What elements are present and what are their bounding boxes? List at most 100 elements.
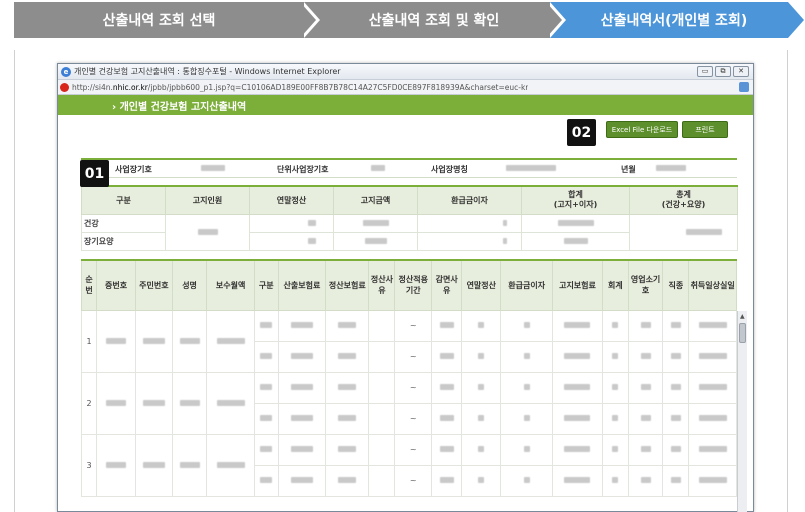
redacted-value — [338, 384, 357, 390]
vertical-scrollbar[interactable]: ▲ — [737, 311, 747, 512]
step-arrow-3 — [788, 2, 804, 38]
redacted-value — [564, 415, 591, 421]
summary-header: 고지금액 — [333, 185, 418, 215]
redacted-value — [564, 384, 591, 390]
unit-bizno-value — [371, 164, 385, 173]
step-3-active: 산출내역서(개인별 조회) — [550, 2, 788, 38]
redacted-value — [523, 415, 530, 421]
redacted-cell — [253, 464, 279, 497]
period-cell: ~ — [394, 402, 433, 435]
redacted-cell — [171, 371, 208, 435]
step-arrow-2 — [546, 2, 562, 38]
redacted-value — [612, 477, 619, 483]
redacted-cell — [461, 371, 502, 404]
unit-bizno-label: 단위사업장기호 — [277, 165, 329, 174]
redacted-cell — [601, 433, 629, 466]
redacted-value — [612, 446, 619, 452]
redacted-cell — [688, 464, 737, 497]
step-arrow-1 — [300, 2, 316, 38]
redacted-cell — [601, 340, 629, 373]
detail-header: 산출보험료 — [277, 259, 327, 311]
row-number: 1 — [80, 309, 98, 373]
redacted-value — [564, 353, 591, 359]
row-number: 2 — [80, 371, 98, 435]
detail-header: 직종 — [662, 259, 690, 311]
step-1-label: 산출내역 조회 선택 — [102, 13, 216, 29]
redacted-value — [338, 446, 357, 452]
redacted-cell — [368, 402, 396, 435]
redacted-value — [612, 322, 619, 328]
redacted-cell — [253, 402, 279, 435]
redacted-value — [179, 461, 200, 468]
redacted-cell — [431, 371, 463, 404]
redacted-cell — [253, 309, 279, 342]
redacted-cell — [627, 402, 664, 435]
redacted-cell — [325, 433, 370, 466]
detail-header: 취득일상실일 — [688, 259, 737, 311]
summary-header: 환급금이자 — [417, 185, 522, 215]
summary-row-health: 건강 — [81, 213, 738, 251]
month-value — [656, 164, 686, 173]
redacted-cell — [253, 371, 279, 404]
redacted-cell — [688, 340, 737, 373]
period-cell: ~ — [394, 309, 433, 342]
redacted-cell — [368, 464, 396, 497]
scroll-thumb[interactable] — [739, 323, 746, 343]
redacted-value — [478, 353, 485, 359]
redacted-value — [439, 477, 454, 483]
step-2: 산출내역 조회 및 확인 — [304, 2, 550, 38]
redacted-cell — [552, 464, 603, 497]
redacted-cell — [552, 309, 603, 342]
detail-header: 주민번호 — [135, 259, 173, 311]
redacted-value — [523, 353, 530, 359]
detail-header: 순번 — [80, 259, 98, 311]
detail-table: 순번 증번호 주민번호 성명 보수월액 구분 산출보험료 정산보험료 정산사유 … — [80, 259, 737, 497]
redacted-value — [698, 353, 727, 359]
redacted-value — [640, 353, 651, 359]
redacted-value — [670, 415, 681, 421]
redacted-value — [290, 353, 313, 359]
redacted-cell — [627, 340, 664, 373]
redacted-cell — [552, 340, 603, 373]
redacted-cell — [368, 433, 396, 466]
redacted-cell — [277, 402, 327, 435]
period-cell: ~ — [394, 371, 433, 404]
redacted-value — [260, 415, 273, 421]
step-1: 산출내역 조회 선택 — [14, 2, 304, 38]
table-row: 1 ~ — [80, 309, 737, 373]
redacted-cell — [325, 464, 370, 497]
period-cell: ~ — [394, 433, 433, 466]
redacted-cell — [688, 309, 737, 342]
redacted-cell — [552, 371, 603, 404]
redacted-value — [290, 477, 313, 483]
redacted-cell — [96, 309, 137, 373]
redacted-cell — [461, 464, 502, 497]
summary-header: 연말정산 — [249, 185, 334, 215]
redacted-value — [216, 461, 245, 468]
redacted-cell — [500, 433, 554, 466]
redacted-value — [142, 461, 165, 468]
redacted-cell — [662, 340, 690, 373]
redacted-value — [439, 415, 454, 421]
biz-name-value — [506, 164, 556, 173]
redacted-value — [698, 384, 727, 390]
detail-header-row: 순번 증번호 주민번호 성명 보수월액 구분 산출보험료 정산보험료 정산사유 … — [80, 259, 737, 311]
redacted-cell — [601, 309, 629, 342]
redacted-cell — [627, 464, 664, 497]
redacted-value — [290, 322, 313, 328]
redacted-cell — [627, 309, 664, 342]
detail-header: 구분 — [253, 259, 279, 311]
redacted-cell — [277, 464, 327, 497]
scroll-up-arrow-icon[interactable]: ▲ — [740, 313, 745, 320]
table-row: 3 ~ — [80, 433, 737, 497]
redacted-value — [439, 353, 454, 359]
redacted-cell — [253, 433, 279, 466]
redacted-value — [260, 353, 273, 359]
redacted-cell — [325, 371, 370, 404]
redacted-cell — [431, 340, 463, 373]
summary-row-label: 건강 — [81, 213, 166, 233]
redacted-value — [439, 384, 454, 390]
redacted-cell — [368, 309, 396, 342]
redacted-value — [523, 322, 530, 328]
redacted-value — [523, 384, 530, 390]
